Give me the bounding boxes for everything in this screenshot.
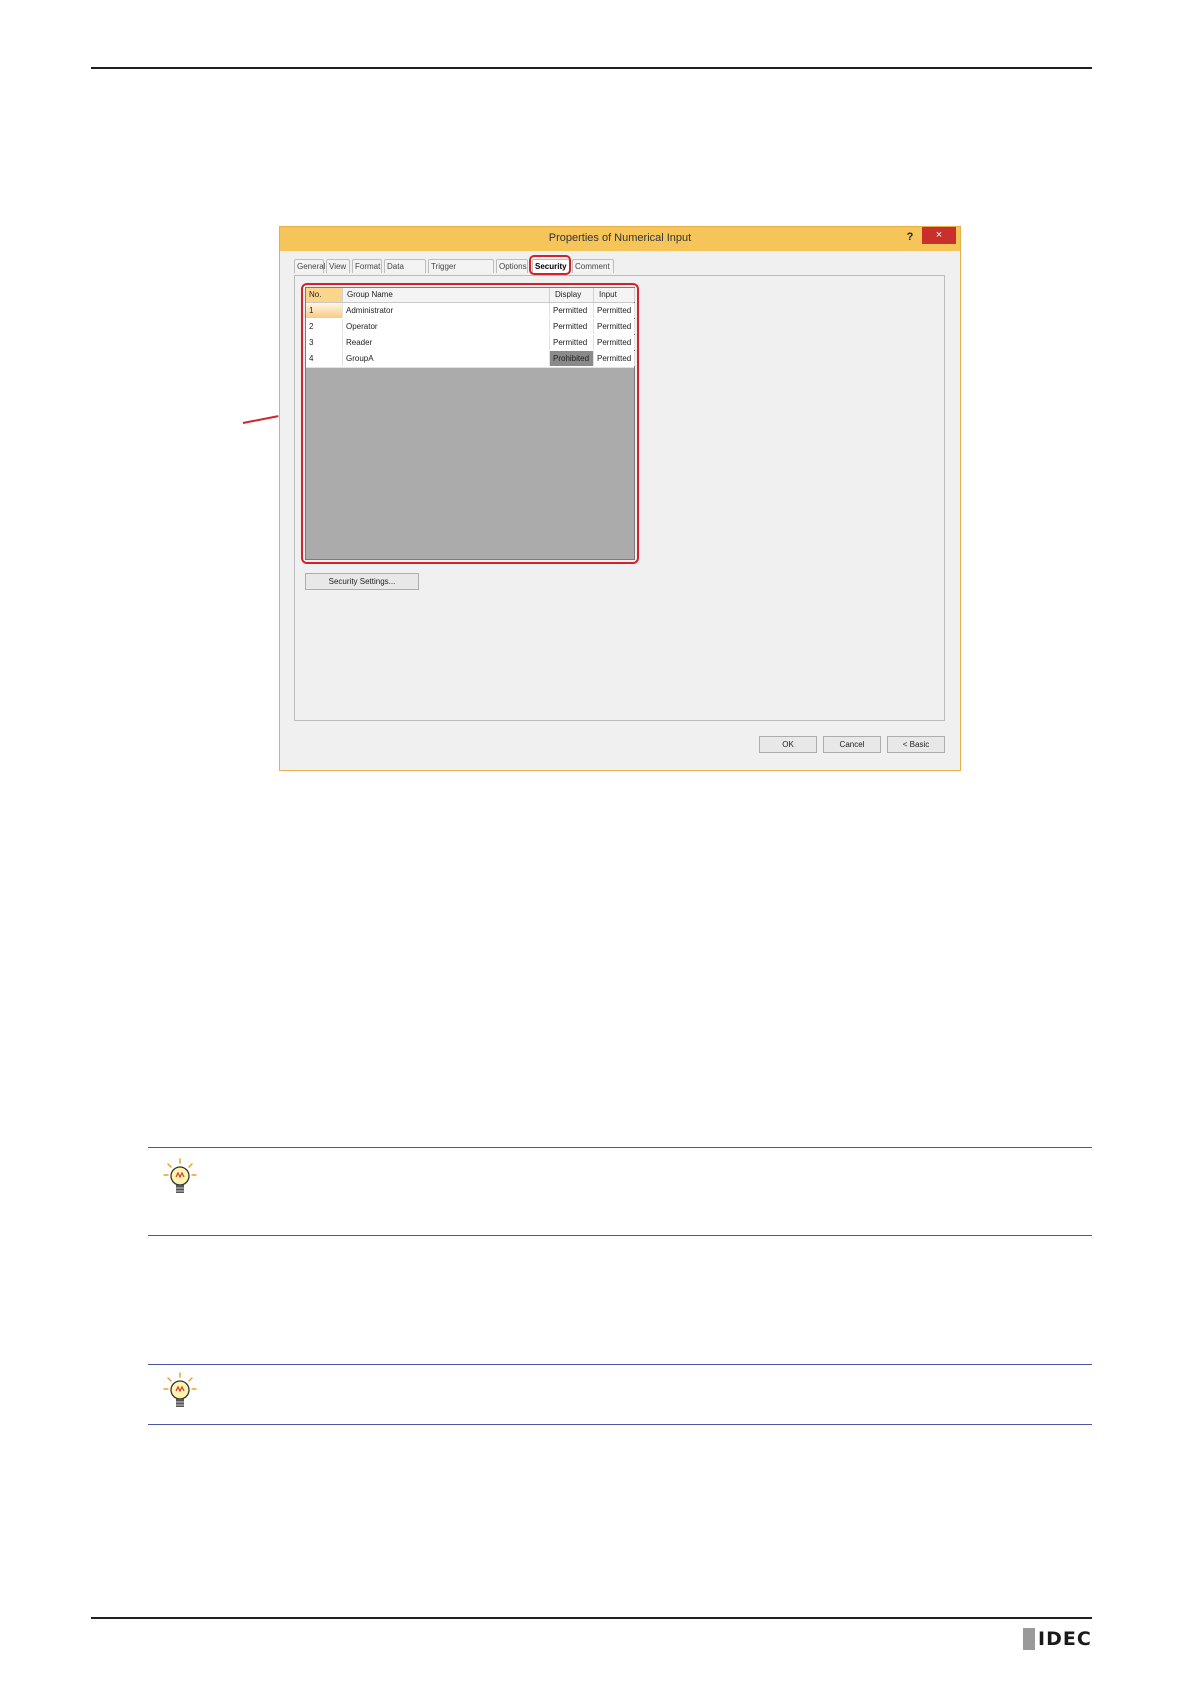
help-button[interactable]: ?	[900, 228, 920, 246]
lightbulb-icon	[163, 1372, 197, 1407]
cancel-button[interactable]: Cancel	[823, 736, 881, 753]
row-input[interactable]: Permitted	[594, 303, 635, 318]
ok-button[interactable]: OK	[759, 736, 817, 753]
basic-button[interactable]: < Basic	[887, 736, 945, 753]
dialog-title-bar: Properties of Numerical Input ? ×	[280, 227, 960, 251]
column-header-display[interactable]: Display	[550, 288, 594, 302]
tip-box-top-rule	[148, 1147, 1092, 1148]
tab-options[interactable]: Options	[496, 259, 528, 273]
tab-view[interactable]: View	[326, 259, 350, 273]
close-button[interactable]: ×	[922, 227, 956, 244]
row-no: 2	[306, 319, 343, 334]
column-header-input[interactable]: Input	[594, 288, 635, 302]
tab-trigger-condition[interactable]: Trigger Condition	[428, 259, 494, 285]
row-group-name: Reader	[343, 335, 550, 350]
row-no: 4	[306, 351, 343, 366]
row-group-name: Administrator	[343, 303, 550, 318]
row-group-name: GroupA	[343, 351, 550, 366]
table-row[interactable]: 4 GroupA Prohibited Permitted	[306, 351, 635, 368]
column-header-group-name[interactable]: Group Name	[343, 288, 550, 302]
row-input[interactable]: Permitted	[594, 351, 635, 366]
tip-box-bottom-rule	[148, 1424, 1092, 1425]
properties-dialog: Properties of Numerical Input ? × Genera…	[279, 226, 961, 771]
tip-box-top-rule	[148, 1364, 1092, 1365]
row-display[interactable]: Prohibited	[550, 351, 594, 366]
grid-header: No. Group Name Display Input	[306, 288, 635, 303]
security-settings-button[interactable]: Security Settings...	[305, 573, 419, 590]
idec-logo: IDEC	[1023, 1627, 1092, 1651]
security-tab-highlight	[529, 255, 571, 275]
security-group-grid[interactable]: No. Group Name Display Input 1 Administr…	[305, 287, 635, 560]
callout-pointer-line	[242, 415, 279, 424]
row-group-name: Operator	[343, 319, 550, 334]
row-no: 3	[306, 335, 343, 350]
dialog-title: Properties of Numerical Input	[548, 232, 692, 244]
table-row[interactable]: 2 Operator Permitted Permitted	[306, 319, 635, 336]
tip-box-bottom-rule	[148, 1235, 1092, 1236]
row-display[interactable]: Permitted	[550, 319, 594, 334]
table-row[interactable]: 1 Administrator Permitted Permitted	[306, 303, 635, 320]
tab-general[interactable]: General	[294, 259, 325, 273]
row-input[interactable]: Permitted	[594, 335, 635, 350]
bottom-rule	[91, 1617, 1092, 1619]
top-rule	[91, 67, 1092, 69]
tab-data-over[interactable]: Data Over	[384, 259, 426, 285]
row-no: 1	[306, 303, 343, 318]
lightbulb-icon	[163, 1158, 197, 1193]
logo-mark	[1023, 1628, 1035, 1650]
table-row[interactable]: 3 Reader Permitted Permitted	[306, 335, 635, 352]
row-input[interactable]: Permitted	[594, 319, 635, 334]
tab-comment[interactable]: Comment	[572, 259, 614, 273]
column-header-no[interactable]: No.	[306, 288, 343, 302]
row-display[interactable]: Permitted	[550, 335, 594, 350]
row-display[interactable]: Permitted	[550, 303, 594, 318]
logo-text: IDEC	[1038, 1628, 1092, 1650]
tab-format[interactable]: Format	[352, 259, 382, 273]
